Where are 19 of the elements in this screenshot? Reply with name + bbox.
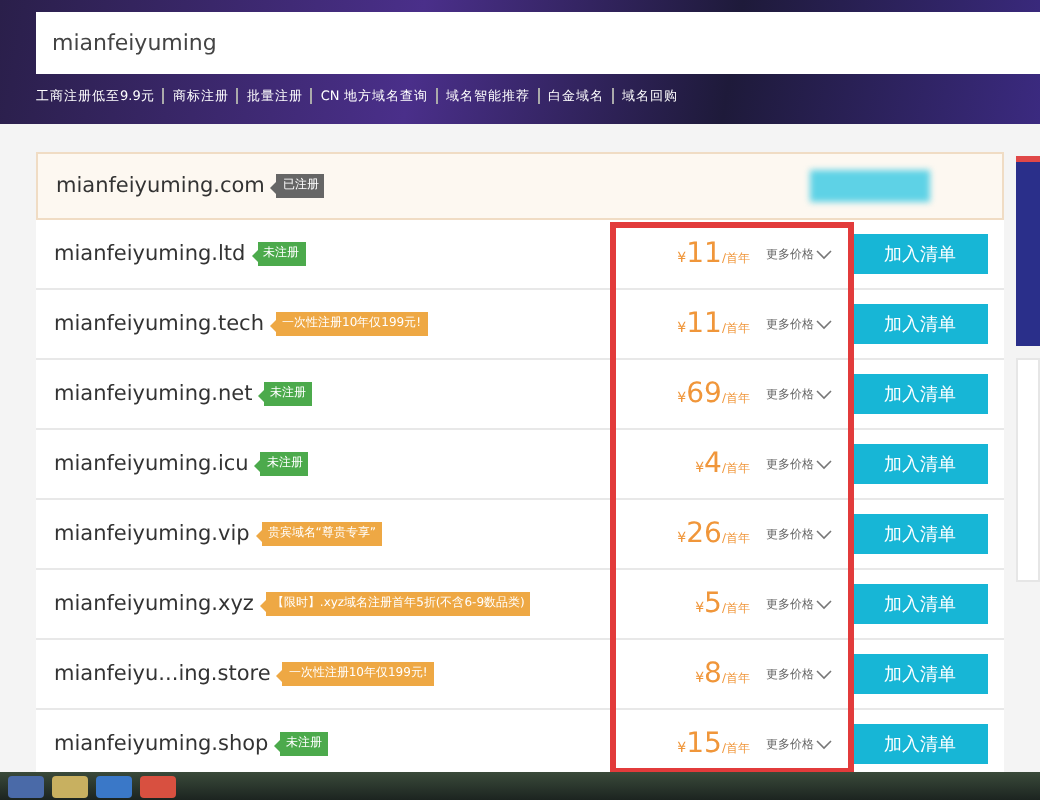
domain-name: mianfeiyuming.icu bbox=[54, 452, 249, 476]
chevron-down-icon bbox=[816, 529, 832, 539]
chevron-down-icon bbox=[816, 459, 832, 469]
chevron-down-icon bbox=[816, 739, 832, 749]
domain-name: mianfeiyuming.vip bbox=[54, 522, 250, 546]
chevron-down-icon bbox=[816, 389, 832, 399]
domain-name: mianfeiyuming.shop bbox=[54, 732, 269, 756]
chevron-down-icon bbox=[816, 249, 832, 259]
chevron-down-icon bbox=[816, 319, 832, 329]
domain-name: mianfeiyuming.net bbox=[54, 382, 253, 406]
domain-name: mianfeiyuming.tech bbox=[54, 312, 264, 336]
chevron-down-icon bbox=[816, 669, 832, 679]
domain-name: mianfeiyuming.xyz bbox=[54, 592, 254, 616]
taskbar-icon[interactable] bbox=[96, 775, 132, 797]
domain-name: mianfeiyuming.com bbox=[56, 174, 265, 198]
domain-name: mianfeiyu...ing.store bbox=[54, 662, 271, 686]
search-field[interactable]: mianfeiyuming bbox=[36, 12, 1040, 74]
domain-name: mianfeiyuming.ltd bbox=[54, 242, 246, 266]
chevron-down-icon bbox=[816, 599, 832, 609]
